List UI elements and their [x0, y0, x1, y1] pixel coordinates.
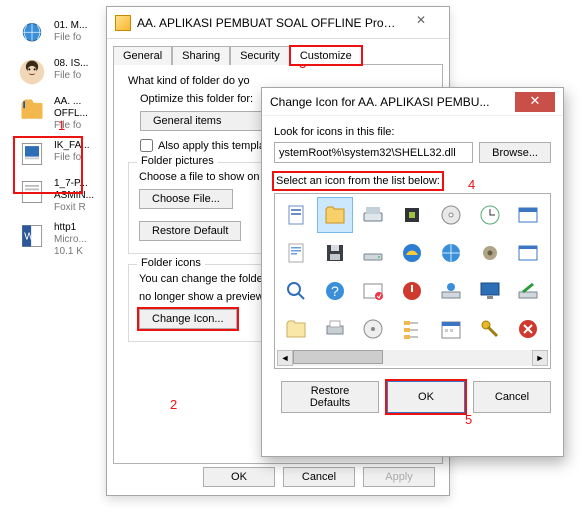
choose-file-button[interactable]: Choose File... [139, 189, 233, 209]
restore-defaults-button[interactable]: Restore Defaults [281, 381, 379, 413]
pdf-file-icon [18, 178, 48, 208]
desktop-file-list: 01. M...File fo 08. IS...File fo AA. ...… [18, 20, 108, 266]
annotation-2: 2 [170, 397, 177, 412]
monitor-icon[interactable] [473, 274, 507, 308]
image-file-icon [18, 140, 48, 170]
scroll-left-icon[interactable]: ◄ [277, 350, 293, 366]
file-name: http1 [54, 222, 87, 234]
floppy-icon[interactable] [318, 236, 352, 270]
scroll-thumb[interactable] [293, 350, 383, 364]
run-icon[interactable] [356, 274, 390, 308]
file-sub: File fo [54, 70, 88, 82]
ok-button[interactable]: OK [387, 381, 465, 413]
icon-path-input[interactable] [274, 142, 473, 163]
file-name: 01. M... [54, 20, 87, 32]
folder-new-icon[interactable] [279, 312, 313, 346]
restore-default-picture-button[interactable]: Restore Default [139, 221, 241, 241]
list-item[interactable]: W http1Micro...10.1 K [18, 222, 108, 258]
folder-icons-legend: Folder icons [137, 257, 205, 269]
cancel-button[interactable]: Cancel [473, 381, 551, 413]
page-icon[interactable] [279, 236, 313, 270]
avatar-icon [18, 58, 48, 88]
browser-icon[interactable] [395, 236, 429, 270]
optimize-select[interactable]: General items [140, 111, 270, 131]
also-apply-checkbox[interactable] [140, 139, 153, 152]
list-item[interactable]: 01. M...File fo [18, 20, 108, 50]
file-name: IK_FA... [54, 140, 90, 152]
change-icon-dialog: Change Icon for AA. APLIKASI PEMBU... ✕ … [261, 87, 564, 457]
keys-icon[interactable] [473, 312, 507, 346]
disc-icon[interactable] [356, 312, 390, 346]
file-sub: File fo [54, 32, 87, 44]
list-item[interactable]: 08. IS...File fo [18, 58, 108, 88]
ok-button[interactable]: OK [203, 467, 275, 487]
tab-security[interactable]: Security [230, 46, 290, 65]
browse-button[interactable]: Browse... [479, 142, 551, 163]
tab-sharing[interactable]: Sharing [172, 46, 230, 65]
word-file-icon: W [18, 222, 48, 252]
shutdown-icon[interactable] [395, 274, 429, 308]
folder-icon[interactable] [318, 198, 352, 232]
error-icon[interactable] [511, 312, 545, 346]
calendar-icon[interactable] [434, 312, 468, 346]
tab-strip: General Sharing Security Customize [107, 39, 449, 64]
netdrive-icon[interactable] [434, 274, 468, 308]
chip-icon[interactable] [395, 198, 429, 232]
printer-icon[interactable] [318, 312, 352, 346]
clock-icon[interactable] [473, 198, 507, 232]
close-icon[interactable]: ✕ [401, 13, 441, 33]
annotation-4: 4 [468, 177, 475, 192]
look-label: Look for icons in this file: [274, 126, 551, 138]
drive-icon[interactable] [356, 236, 390, 270]
properties-buttons: OK Cancel Apply [203, 467, 435, 487]
kind-label: What kind of folder do yo [128, 75, 428, 87]
app-icon[interactable] [511, 236, 545, 270]
connect-icon[interactable] [511, 274, 545, 308]
apply-button[interactable]: Apply [363, 467, 435, 487]
change-icon-title: Change Icon for AA. APLIKASI PEMBU... [270, 95, 515, 109]
annotation-1: 1 [58, 118, 65, 133]
file-sub: Micro... [54, 234, 87, 246]
doc-icon[interactable] [279, 198, 313, 232]
file-name: 08. IS... [54, 58, 88, 70]
file-name: AA. ... [54, 96, 88, 108]
folder-icon [18, 96, 48, 126]
properties-title: AA. APLIKASI PEMBUAT SOAL OFFLINE Prope.… [137, 16, 401, 30]
search-icon[interactable] [279, 274, 313, 308]
change-icon-titlebar[interactable]: Change Icon for AA. APLIKASI PEMBU... ✕ [262, 88, 563, 116]
also-apply-label: Also apply this template [158, 140, 274, 152]
change-icon-button[interactable]: Change Icon... [139, 309, 237, 329]
properties-titlebar[interactable]: AA. APLIKASI PEMBUAT SOAL OFFLINE Prope.… [107, 7, 449, 39]
globe-icon[interactable] [434, 236, 468, 270]
svg-text:W: W [24, 231, 34, 243]
disk-icon[interactable] [356, 198, 390, 232]
tab-customize[interactable]: Customize [290, 46, 362, 65]
annotation-5: 5 [465, 412, 472, 427]
file-sub: File fo [54, 152, 90, 164]
select-icon-label: Select an icon from the list below: [274, 173, 442, 189]
file-sub: Foxit R [54, 202, 94, 214]
scroll-track[interactable] [293, 350, 532, 366]
close-icon[interactable]: ✕ [515, 92, 555, 112]
cd-icon[interactable] [434, 198, 468, 232]
scroll-right-icon[interactable]: ► [532, 350, 548, 366]
cancel-button[interactable]: Cancel [283, 467, 355, 487]
globe-icon [18, 20, 48, 50]
list-item[interactable]: IK_FA...File fo [18, 140, 108, 170]
gear-icon[interactable] [473, 236, 507, 270]
horizontal-scrollbar[interactable]: ◄ ► [277, 350, 548, 366]
file-name: 1_7-P... [54, 178, 94, 190]
folder-sys-icon [115, 15, 131, 31]
tab-general[interactable]: General [113, 46, 172, 65]
file-name: ASMIN... [54, 190, 94, 202]
icon-list[interactable]: ? ◄ ► [274, 193, 551, 369]
tree-icon[interactable] [395, 312, 429, 346]
svg-text:?: ? [331, 283, 339, 299]
file-sub: 10.1 K [54, 246, 87, 258]
window-icon[interactable] [511, 198, 545, 232]
folder-pictures-legend: Folder pictures [137, 155, 218, 167]
help-icon[interactable]: ? [318, 274, 352, 308]
list-item[interactable]: 1_7-P...ASMIN...Foxit R [18, 178, 108, 214]
